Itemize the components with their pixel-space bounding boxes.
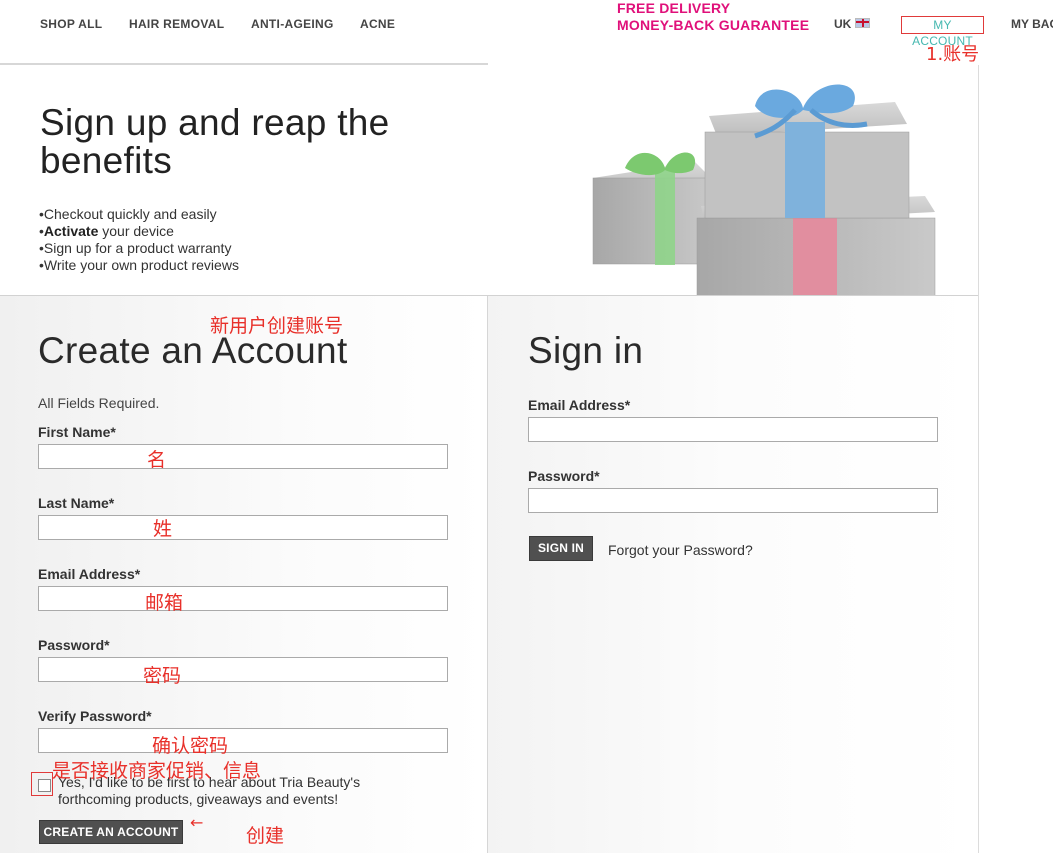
last-name-input[interactable] xyxy=(38,515,448,540)
content-right-border xyxy=(978,65,979,853)
my-bag-link[interactable]: MY BAG xyxy=(1011,17,1053,31)
nav-anti-ageing[interactable]: ANTI-AGEING xyxy=(251,17,334,31)
last-name-label: Last Name* xyxy=(38,495,115,511)
benefit-item: Activate your device xyxy=(39,223,239,240)
locale-selector[interactable]: UK xyxy=(834,17,871,31)
annotation-verify-password: 确认密码 xyxy=(152,735,229,757)
annotation-password: 密码 xyxy=(143,665,182,687)
password-input[interactable] xyxy=(38,657,448,682)
benefit-item: Checkout quickly and easily xyxy=(39,206,239,223)
first-name-input[interactable] xyxy=(38,444,448,469)
locale-label: UK xyxy=(834,17,852,31)
header-divider xyxy=(0,63,488,65)
verify-password-input[interactable] xyxy=(38,728,448,753)
nav-hair-removal[interactable]: HAIR REMOVAL xyxy=(129,17,224,31)
password-label: Password* xyxy=(38,637,110,653)
promo-money-back: MONEY-BACK GUARANTEE xyxy=(617,17,810,33)
email-input[interactable] xyxy=(38,586,448,611)
benefit-item: Write your own product reviews xyxy=(39,257,239,274)
annotation-email: 邮箱 xyxy=(145,592,184,614)
red-arrow-icon: ← xyxy=(190,813,204,832)
benefits-list: Checkout quickly and easily Activate you… xyxy=(39,206,239,274)
annotation-optin: 是否接收商家促销、信息 xyxy=(52,760,262,782)
sign-in-button[interactable]: SIGN IN xyxy=(529,536,593,561)
newsletter-optin-checkbox[interactable] xyxy=(38,779,51,792)
benefit-item: Sign up for a product warranty xyxy=(39,240,239,257)
verify-password-label: Verify Password* xyxy=(38,708,152,724)
first-name-label: First Name* xyxy=(38,424,116,440)
signin-password-label: Password* xyxy=(528,468,600,484)
signin-password-input[interactable] xyxy=(528,488,938,513)
sign-in-title: Sign in xyxy=(528,330,644,371)
create-account-button[interactable]: CREATE AN ACCOUNT xyxy=(39,820,183,844)
sign-in-panel xyxy=(488,296,978,853)
forgot-password-link[interactable]: Forgot your Password? xyxy=(608,542,753,558)
my-account-link[interactable]: MY ACCOUNT xyxy=(901,16,984,48)
annotation-last-name: 姓 xyxy=(153,518,173,540)
annotation-first-name: 名 xyxy=(147,449,167,471)
required-note: All Fields Required. xyxy=(38,395,160,411)
nav-shop-all[interactable]: SHOP ALL xyxy=(40,17,102,31)
uk-flag-icon xyxy=(855,18,871,28)
email-label: Email Address* xyxy=(38,566,141,582)
nav-acne[interactable]: ACNE xyxy=(360,17,395,31)
create-account-title: Create an Account xyxy=(38,330,348,371)
annotation-account: 1.账号 xyxy=(926,44,980,65)
signin-email-label: Email Address* xyxy=(528,397,631,413)
gift-boxes-image xyxy=(592,84,936,296)
signin-email-input[interactable] xyxy=(528,417,938,442)
hero-title: Sign up and reap the benefits xyxy=(40,102,390,181)
promo-free-delivery: FREE DELIVERY xyxy=(617,0,731,16)
annotation-create: 创建 xyxy=(246,825,285,847)
